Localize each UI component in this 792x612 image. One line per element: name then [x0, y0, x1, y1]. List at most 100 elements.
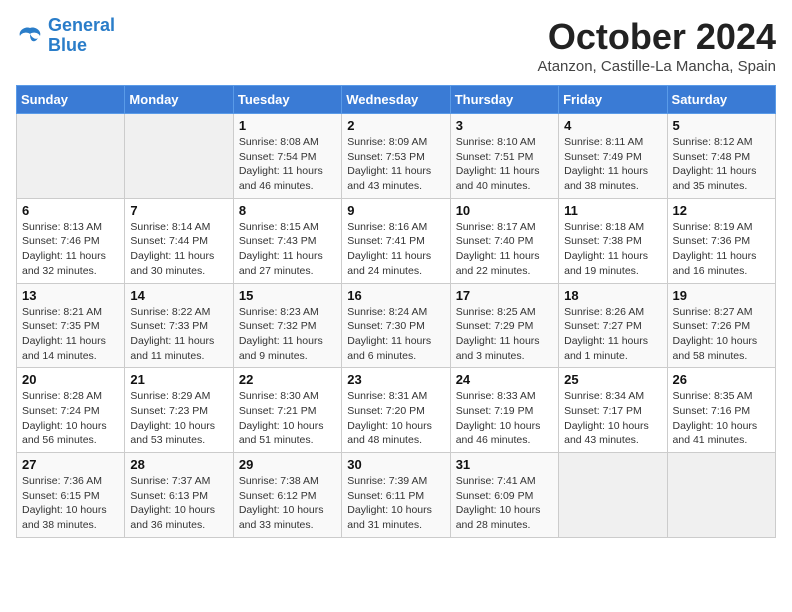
calendar-cell: 29 Sunrise: 7:38 AM Sunset: 6:12 PM Dayli… [233, 453, 341, 538]
day-number: 16 [347, 288, 444, 303]
calendar-cell: 26 Sunrise: 8:35 AM Sunset: 7:16 PM Dayli… [667, 368, 775, 453]
calendar-cell: 24Sunrise: 8:33 AM Sunset: 7:19 PM Dayli… [450, 368, 558, 453]
calendar-cell: 14Sunrise: 8:22 AM Sunset: 7:33 PM Dayli… [125, 283, 233, 368]
day-info: Sunrise: 8:34 AM Sunset: 7:17 PM Dayligh… [564, 389, 661, 448]
calendar-week-row: 13 Sunrise: 8:21 AM Sunset: 7:35 PM Dayli… [17, 283, 776, 368]
day-number: 27 [22, 457, 119, 472]
day-of-week-header: Saturday [667, 86, 775, 114]
calendar-cell: 17Sunrise: 8:25 AM Sunset: 7:29 PM Dayli… [450, 283, 558, 368]
calendar-cell: 2 Sunrise: 8:09 AM Sunset: 7:53 PM Daylig… [342, 114, 450, 199]
calendar-cell: 9Sunrise: 8:16 AM Sunset: 7:41 PM Daylig… [342, 198, 450, 283]
day-number: 7 [130, 203, 227, 218]
day-info: Sunrise: 8:26 AM Sunset: 7:27 PM Dayligh… [564, 305, 661, 364]
day-info: Sunrise: 8:27 AM Sunset: 7:26 PM Dayligh… [673, 305, 770, 364]
day-number: 6 [22, 203, 119, 218]
day-info: Sunrise: 8:35 AM Sunset: 7:16 PM Dayligh… [673, 389, 770, 448]
calendar-cell: 21 Sunrise: 8:29 AM Sunset: 7:23 PM Dayli… [125, 368, 233, 453]
calendar-cell: 15 Sunrise: 8:23 AM Sunset: 7:32 PM Dayli… [233, 283, 341, 368]
day-info: Sunrise: 7:38 AM Sunset: 6:12 PM Dayligh… [239, 474, 336, 533]
calendar-cell: 28Sunrise: 7:37 AM Sunset: 6:13 PM Dayli… [125, 453, 233, 538]
calendar-cell: 6 Sunrise: 8:13 AM Sunset: 7:46 PM Daylig… [17, 198, 125, 283]
day-number: 4 [564, 118, 661, 133]
day-number: 30 [347, 457, 444, 472]
month-title: October 2024 [538, 16, 776, 58]
calendar-cell: 19 Sunrise: 8:27 AM Sunset: 7:26 PM Dayli… [667, 283, 775, 368]
calendar-cell: 22 Sunrise: 8:30 AM Sunset: 7:21 PM Dayli… [233, 368, 341, 453]
calendar-cell: 20 Sunrise: 8:28 AM Sunset: 7:24 PM Dayli… [17, 368, 125, 453]
calendar-cell: 1Sunrise: 8:08 AM Sunset: 7:54 PM Daylig… [233, 114, 341, 199]
calendar-cell: 27 Sunrise: 7:36 AM Sunset: 6:15 PM Dayli… [17, 453, 125, 538]
calendar-cell: 18 Sunrise: 8:26 AM Sunset: 7:27 PM Dayli… [559, 283, 667, 368]
day-number: 12 [673, 203, 770, 218]
day-number: 2 [347, 118, 444, 133]
day-number: 11 [564, 203, 661, 218]
calendar-week-row: 6 Sunrise: 8:13 AM Sunset: 7:46 PM Daylig… [17, 198, 776, 283]
calendar-cell: 7 Sunrise: 8:14 AM Sunset: 7:44 PM Daylig… [125, 198, 233, 283]
day-number: 9 [347, 203, 444, 218]
calendar-cell: 3 Sunrise: 8:10 AM Sunset: 7:51 PM Daylig… [450, 114, 558, 199]
day-number: 26 [673, 372, 770, 387]
calendar-cell: 11 Sunrise: 8:18 AM Sunset: 7:38 PM Dayli… [559, 198, 667, 283]
day-number: 15 [239, 288, 336, 303]
day-number: 14 [130, 288, 227, 303]
day-info: Sunrise: 7:37 AM Sunset: 6:13 PM Dayligh… [130, 474, 227, 533]
day-info: Sunrise: 8:24 AM Sunset: 7:30 PM Dayligh… [347, 305, 444, 364]
day-info: Sunrise: 8:19 AM Sunset: 7:36 PM Dayligh… [673, 220, 770, 279]
day-header-row: SundayMondayTuesdayWednesdayThursdayFrid… [17, 86, 776, 114]
calendar-cell: 23 Sunrise: 8:31 AM Sunset: 7:20 PM Dayli… [342, 368, 450, 453]
day-info: Sunrise: 8:11 AM Sunset: 7:49 PM Dayligh… [564, 135, 661, 194]
day-number: 20 [22, 372, 119, 387]
day-info: Sunrise: 7:39 AM Sunset: 6:11 PM Dayligh… [347, 474, 444, 533]
day-number: 17 [456, 288, 553, 303]
calendar-table: SundayMondayTuesdayWednesdayThursdayFrid… [16, 85, 776, 538]
calendar-cell: 5 Sunrise: 8:12 AM Sunset: 7:48 PM Daylig… [667, 114, 775, 199]
day-number: 13 [22, 288, 119, 303]
day-of-week-header: Thursday [450, 86, 558, 114]
day-info: Sunrise: 8:17 AM Sunset: 7:40 PM Dayligh… [456, 220, 553, 279]
day-of-week-header: Monday [125, 86, 233, 114]
day-number: 18 [564, 288, 661, 303]
calendar-cell: 30 Sunrise: 7:39 AM Sunset: 6:11 PM Dayli… [342, 453, 450, 538]
day-number: 29 [239, 457, 336, 472]
day-number: 23 [347, 372, 444, 387]
day-number: 10 [456, 203, 553, 218]
day-of-week-header: Sunday [17, 86, 125, 114]
day-number: 3 [456, 118, 553, 133]
calendar-cell [667, 453, 775, 538]
calendar-cell: 13 Sunrise: 8:21 AM Sunset: 7:35 PM Dayli… [17, 283, 125, 368]
calendar-cell: 31 Sunrise: 7:41 AM Sunset: 6:09 PM Dayli… [450, 453, 558, 538]
location-text: Atanzon, Castille-La Mancha, Spain [538, 58, 776, 75]
day-info: Sunrise: 8:21 AM Sunset: 7:35 PM Dayligh… [22, 305, 119, 364]
calendar-cell: 8Sunrise: 8:15 AM Sunset: 7:43 PM Daylig… [233, 198, 341, 283]
page-header: General Blue October 2024 Atanzon, Casti… [16, 16, 776, 75]
day-info: Sunrise: 8:31 AM Sunset: 7:20 PM Dayligh… [347, 389, 444, 448]
day-info: Sunrise: 8:29 AM Sunset: 7:23 PM Dayligh… [130, 389, 227, 448]
calendar-week-row: 27 Sunrise: 7:36 AM Sunset: 6:15 PM Dayli… [17, 453, 776, 538]
day-number: 25 [564, 372, 661, 387]
day-number: 19 [673, 288, 770, 303]
day-of-week-header: Friday [559, 86, 667, 114]
day-info: Sunrise: 7:36 AM Sunset: 6:15 PM Dayligh… [22, 474, 119, 533]
day-info: Sunrise: 8:30 AM Sunset: 7:21 PM Dayligh… [239, 389, 336, 448]
day-info: Sunrise: 8:14 AM Sunset: 7:44 PM Dayligh… [130, 220, 227, 279]
day-info: Sunrise: 8:13 AM Sunset: 7:46 PM Dayligh… [22, 220, 119, 279]
day-info: Sunrise: 8:09 AM Sunset: 7:53 PM Dayligh… [347, 135, 444, 194]
day-info: Sunrise: 8:10 AM Sunset: 7:51 PM Dayligh… [456, 135, 553, 194]
calendar-cell: 16 Sunrise: 8:24 AM Sunset: 7:30 PM Dayli… [342, 283, 450, 368]
calendar-cell: 12 Sunrise: 8:19 AM Sunset: 7:36 PM Dayli… [667, 198, 775, 283]
day-info: Sunrise: 7:41 AM Sunset: 6:09 PM Dayligh… [456, 474, 553, 533]
day-number: 24 [456, 372, 553, 387]
day-number: 22 [239, 372, 336, 387]
day-number: 31 [456, 457, 553, 472]
day-info: Sunrise: 8:23 AM Sunset: 7:32 PM Dayligh… [239, 305, 336, 364]
calendar-week-row: 1Sunrise: 8:08 AM Sunset: 7:54 PM Daylig… [17, 114, 776, 199]
day-number: 21 [130, 372, 227, 387]
day-of-week-header: Wednesday [342, 86, 450, 114]
title-block: October 2024 Atanzon, Castille-La Mancha… [538, 16, 776, 75]
day-number: 5 [673, 118, 770, 133]
logo-text: General Blue [48, 16, 115, 56]
calendar-week-row: 20 Sunrise: 8:28 AM Sunset: 7:24 PM Dayli… [17, 368, 776, 453]
day-info: Sunrise: 8:18 AM Sunset: 7:38 PM Dayligh… [564, 220, 661, 279]
day-info: Sunrise: 8:12 AM Sunset: 7:48 PM Dayligh… [673, 135, 770, 194]
day-info: Sunrise: 8:28 AM Sunset: 7:24 PM Dayligh… [22, 389, 119, 448]
